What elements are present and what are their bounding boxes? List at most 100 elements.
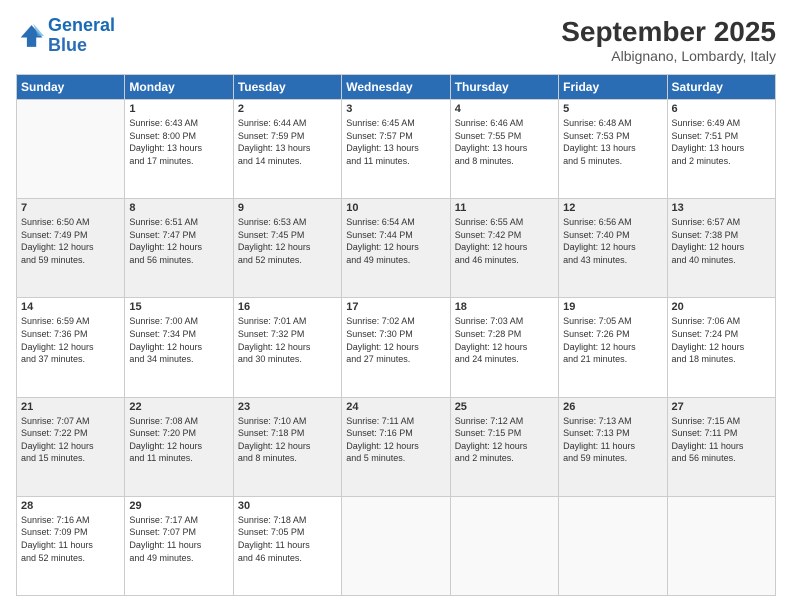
day-number: 13 xyxy=(672,202,771,214)
table-row: 12Sunrise: 6:56 AM Sunset: 7:40 PM Dayli… xyxy=(559,199,667,298)
day-info: Sunrise: 7:15 AM Sunset: 7:11 PM Dayligh… xyxy=(672,415,771,465)
logo-blue: Blue xyxy=(48,36,115,56)
day-number: 18 xyxy=(455,301,554,313)
table-row xyxy=(342,496,450,595)
table-row: 3Sunrise: 6:45 AM Sunset: 7:57 PM Daylig… xyxy=(342,100,450,199)
day-info: Sunrise: 6:48 AM Sunset: 7:53 PM Dayligh… xyxy=(563,117,662,167)
day-number: 21 xyxy=(21,401,120,413)
day-info: Sunrise: 7:02 AM Sunset: 7:30 PM Dayligh… xyxy=(346,315,445,365)
col-friday: Friday xyxy=(559,75,667,100)
logo-general: General xyxy=(48,15,115,35)
day-info: Sunrise: 7:10 AM Sunset: 7:18 PM Dayligh… xyxy=(238,415,337,465)
table-row: 21 Sunrise: 7:07 AM Sunset: 7:22 PM Dayli… xyxy=(17,397,125,496)
calendar-week-row: 7 Sunrise: 6:50 AM Sunset: 7:49 PM Daylig… xyxy=(17,199,776,298)
day-number: 11 xyxy=(455,202,554,214)
table-row: 30 Sunrise: 7:18 AM Sunset: 7:05 PM Dayli… xyxy=(233,496,341,595)
day-info: Sunrise: 7:01 AM Sunset: 7:32 PM Dayligh… xyxy=(238,315,337,365)
day-info: Sunrise: 6:49 AM Sunset: 7:51 PM Dayligh… xyxy=(672,117,771,167)
day-info: Sunrise: 7:13 AM Sunset: 7:13 PM Dayligh… xyxy=(563,415,662,465)
day-number: 27 xyxy=(672,401,771,413)
calendar-week-row: 28 Sunrise: 7:16 AM Sunset: 7:09 PM Dayli… xyxy=(17,496,776,595)
day-info: Sunrise: 6:51 AM Sunset: 7:47 PM Dayligh… xyxy=(129,216,228,266)
day-number: 17 xyxy=(346,301,445,313)
day-info: Sunrise: 7:18 AM Sunset: 7:05 PM Dayligh… xyxy=(238,514,337,564)
table-row: 7 Sunrise: 6:50 AM Sunset: 7:49 PM Daylig… xyxy=(17,199,125,298)
day-number: 1 xyxy=(129,103,228,115)
day-info: Sunrise: 6:54 AM Sunset: 7:44 PM Dayligh… xyxy=(346,216,445,266)
day-number: 19 xyxy=(563,301,662,313)
day-number: 12 xyxy=(563,202,662,214)
day-info: Sunrise: 6:55 AM Sunset: 7:42 PM Dayligh… xyxy=(455,216,554,266)
day-info: Sunrise: 6:46 AM Sunset: 7:55 PM Dayligh… xyxy=(455,117,554,167)
day-info: Sunrise: 7:06 AM Sunset: 7:24 PM Dayligh… xyxy=(672,315,771,365)
day-number: 26 xyxy=(563,401,662,413)
day-number: 5 xyxy=(563,103,662,115)
table-row: 18 Sunrise: 7:03 AM Sunset: 7:28 PM Dayli… xyxy=(450,298,558,397)
table-row: 19 Sunrise: 7:05 AM Sunset: 7:26 PM Dayli… xyxy=(559,298,667,397)
col-thursday: Thursday xyxy=(450,75,558,100)
table-row: 23 Sunrise: 7:10 AM Sunset: 7:18 PM Dayli… xyxy=(233,397,341,496)
day-info: Sunrise: 7:17 AM Sunset: 7:07 PM Dayligh… xyxy=(129,514,228,564)
day-info: Sunrise: 7:03 AM Sunset: 7:28 PM Dayligh… xyxy=(455,315,554,365)
title-block: September 2025 Albignano, Lombardy, Ital… xyxy=(561,16,776,64)
day-number: 15 xyxy=(129,301,228,313)
day-number: 9 xyxy=(238,202,337,214)
day-number: 25 xyxy=(455,401,554,413)
logo-text: General Blue xyxy=(48,16,115,56)
table-row: 10Sunrise: 6:54 AM Sunset: 7:44 PM Dayli… xyxy=(342,199,450,298)
table-row: 14 Sunrise: 6:59 AM Sunset: 7:36 PM Dayli… xyxy=(17,298,125,397)
day-number: 14 xyxy=(21,301,120,313)
table-row: 28 Sunrise: 7:16 AM Sunset: 7:09 PM Dayli… xyxy=(17,496,125,595)
col-monday: Monday xyxy=(125,75,233,100)
day-info: Sunrise: 7:12 AM Sunset: 7:15 PM Dayligh… xyxy=(455,415,554,465)
month-year: September 2025 xyxy=(561,16,776,48)
day-info: Sunrise: 6:43 AM Sunset: 8:00 PM Dayligh… xyxy=(129,117,228,167)
day-number: 28 xyxy=(21,500,120,512)
table-row: 22 Sunrise: 7:08 AM Sunset: 7:20 PM Dayli… xyxy=(125,397,233,496)
day-number: 7 xyxy=(21,202,120,214)
day-number: 20 xyxy=(672,301,771,313)
table-row: 29Sunrise: 7:17 AM Sunset: 7:07 PM Dayli… xyxy=(125,496,233,595)
col-tuesday: Tuesday xyxy=(233,75,341,100)
table-row xyxy=(17,100,125,199)
table-row xyxy=(559,496,667,595)
page: General Blue September 2025 Albignano, L… xyxy=(0,0,792,612)
table-row: 24Sunrise: 7:11 AM Sunset: 7:16 PM Dayli… xyxy=(342,397,450,496)
col-sunday: Sunday xyxy=(17,75,125,100)
day-info: Sunrise: 6:44 AM Sunset: 7:59 PM Dayligh… xyxy=(238,117,337,167)
day-info: Sunrise: 6:59 AM Sunset: 7:36 PM Dayligh… xyxy=(21,315,120,365)
logo: General Blue xyxy=(16,16,115,56)
col-wednesday: Wednesday xyxy=(342,75,450,100)
day-info: Sunrise: 6:57 AM Sunset: 7:38 PM Dayligh… xyxy=(672,216,771,266)
table-row: 13 Sunrise: 6:57 AM Sunset: 7:38 PM Dayli… xyxy=(667,199,775,298)
table-row: 6 Sunrise: 6:49 AM Sunset: 7:51 PM Daylig… xyxy=(667,100,775,199)
header: General Blue September 2025 Albignano, L… xyxy=(16,16,776,64)
table-row: 17 Sunrise: 7:02 AM Sunset: 7:30 PM Dayli… xyxy=(342,298,450,397)
table-row: 27 Sunrise: 7:15 AM Sunset: 7:11 PM Dayli… xyxy=(667,397,775,496)
table-row: 4 Sunrise: 6:46 AM Sunset: 7:55 PM Daylig… xyxy=(450,100,558,199)
day-info: Sunrise: 7:05 AM Sunset: 7:26 PM Dayligh… xyxy=(563,315,662,365)
table-row: 9Sunrise: 6:53 AM Sunset: 7:45 PM Daylig… xyxy=(233,199,341,298)
day-number: 6 xyxy=(672,103,771,115)
location: Albignano, Lombardy, Italy xyxy=(561,48,776,64)
day-info: Sunrise: 6:50 AM Sunset: 7:49 PM Dayligh… xyxy=(21,216,120,266)
col-saturday: Saturday xyxy=(667,75,775,100)
day-info: Sunrise: 6:45 AM Sunset: 7:57 PM Dayligh… xyxy=(346,117,445,167)
table-row: 8 Sunrise: 6:51 AM Sunset: 7:47 PM Daylig… xyxy=(125,199,233,298)
calendar-week-row: 1 Sunrise: 6:43 AM Sunset: 8:00 PM Daylig… xyxy=(17,100,776,199)
day-number: 8 xyxy=(129,202,228,214)
day-info: Sunrise: 7:08 AM Sunset: 7:20 PM Dayligh… xyxy=(129,415,228,465)
day-info: Sunrise: 7:16 AM Sunset: 7:09 PM Dayligh… xyxy=(21,514,120,564)
day-info: Sunrise: 7:11 AM Sunset: 7:16 PM Dayligh… xyxy=(346,415,445,465)
day-number: 30 xyxy=(238,500,337,512)
table-row xyxy=(450,496,558,595)
table-row: 11 Sunrise: 6:55 AM Sunset: 7:42 PM Dayli… xyxy=(450,199,558,298)
day-info: Sunrise: 7:00 AM Sunset: 7:34 PM Dayligh… xyxy=(129,315,228,365)
day-info: Sunrise: 7:07 AM Sunset: 7:22 PM Dayligh… xyxy=(21,415,120,465)
day-number: 4 xyxy=(455,103,554,115)
day-number: 22 xyxy=(129,401,228,413)
calendar-week-row: 21 Sunrise: 7:07 AM Sunset: 7:22 PM Dayli… xyxy=(17,397,776,496)
table-row: 2Sunrise: 6:44 AM Sunset: 7:59 PM Daylig… xyxy=(233,100,341,199)
table-row: 20 Sunrise: 7:06 AM Sunset: 7:24 PM Dayli… xyxy=(667,298,775,397)
day-number: 23 xyxy=(238,401,337,413)
